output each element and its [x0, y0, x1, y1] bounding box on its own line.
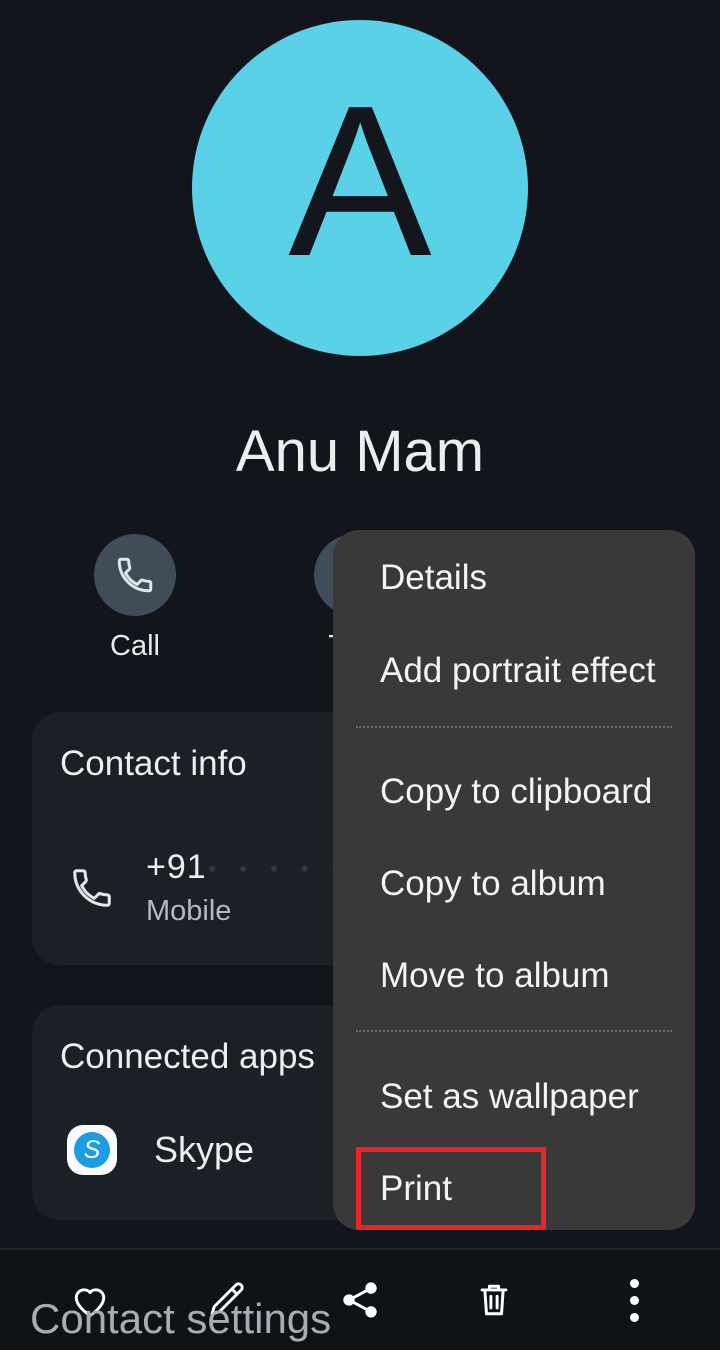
- contact-info-title: Contact info: [60, 744, 247, 783]
- phone-icon: [117, 557, 153, 593]
- avatar[interactable]: A: [192, 20, 528, 356]
- menu-item-move-to-album[interactable]: Move to album: [333, 930, 695, 1022]
- phone-icon: [60, 865, 124, 911]
- contact-detail-screen: A Anu Mam Call Text Contact info: [0, 0, 720, 1350]
- menu-item-print[interactable]: Print: [333, 1143, 695, 1230]
- menu-separator: [356, 1030, 672, 1032]
- quick-action-call-label: Call: [110, 630, 160, 662]
- share-button[interactable]: [324, 1264, 396, 1336]
- skype-icon: S: [60, 1125, 124, 1175]
- connected-apps-title: Connected apps: [60, 1037, 315, 1076]
- menu-item-add-portrait-effect[interactable]: Add portrait effect: [333, 625, 695, 717]
- skype-icon-letter: S: [74, 1132, 110, 1168]
- share-icon: [343, 1282, 377, 1318]
- overflow-popup-menu[interactable]: Details Add portrait effect Copy to clip…: [333, 530, 695, 1230]
- quick-action-call[interactable]: Call: [84, 534, 186, 663]
- skype-icon-badge: S: [67, 1125, 117, 1175]
- avatar-letter: A: [288, 59, 432, 301]
- call-button[interactable]: [94, 534, 176, 616]
- connected-app-skype[interactable]: S Skype: [60, 1125, 254, 1175]
- trash-icon: [480, 1284, 508, 1316]
- overflow-menu-button[interactable]: [598, 1264, 670, 1336]
- menu-item-details[interactable]: Details: [333, 532, 695, 624]
- menu-item-set-as-wallpaper[interactable]: Set as wallpaper: [333, 1051, 695, 1143]
- overflow-menu-icon: [629, 1275, 639, 1326]
- phone-icon-glyph: [73, 869, 111, 907]
- contact-settings-caption: Contact settings: [30, 1295, 332, 1342]
- phone-number-prefix: +91: [146, 848, 207, 886]
- delete-button[interactable]: [458, 1264, 530, 1336]
- page-title: Anu Mam: [235, 419, 485, 484]
- menu-item-copy-to-album[interactable]: Copy to album: [333, 838, 695, 930]
- menu-separator: [356, 726, 672, 728]
- connected-app-label: Skype: [154, 1129, 255, 1170]
- menu-item-copy-to-clipboard[interactable]: Copy to clipboard: [333, 746, 695, 838]
